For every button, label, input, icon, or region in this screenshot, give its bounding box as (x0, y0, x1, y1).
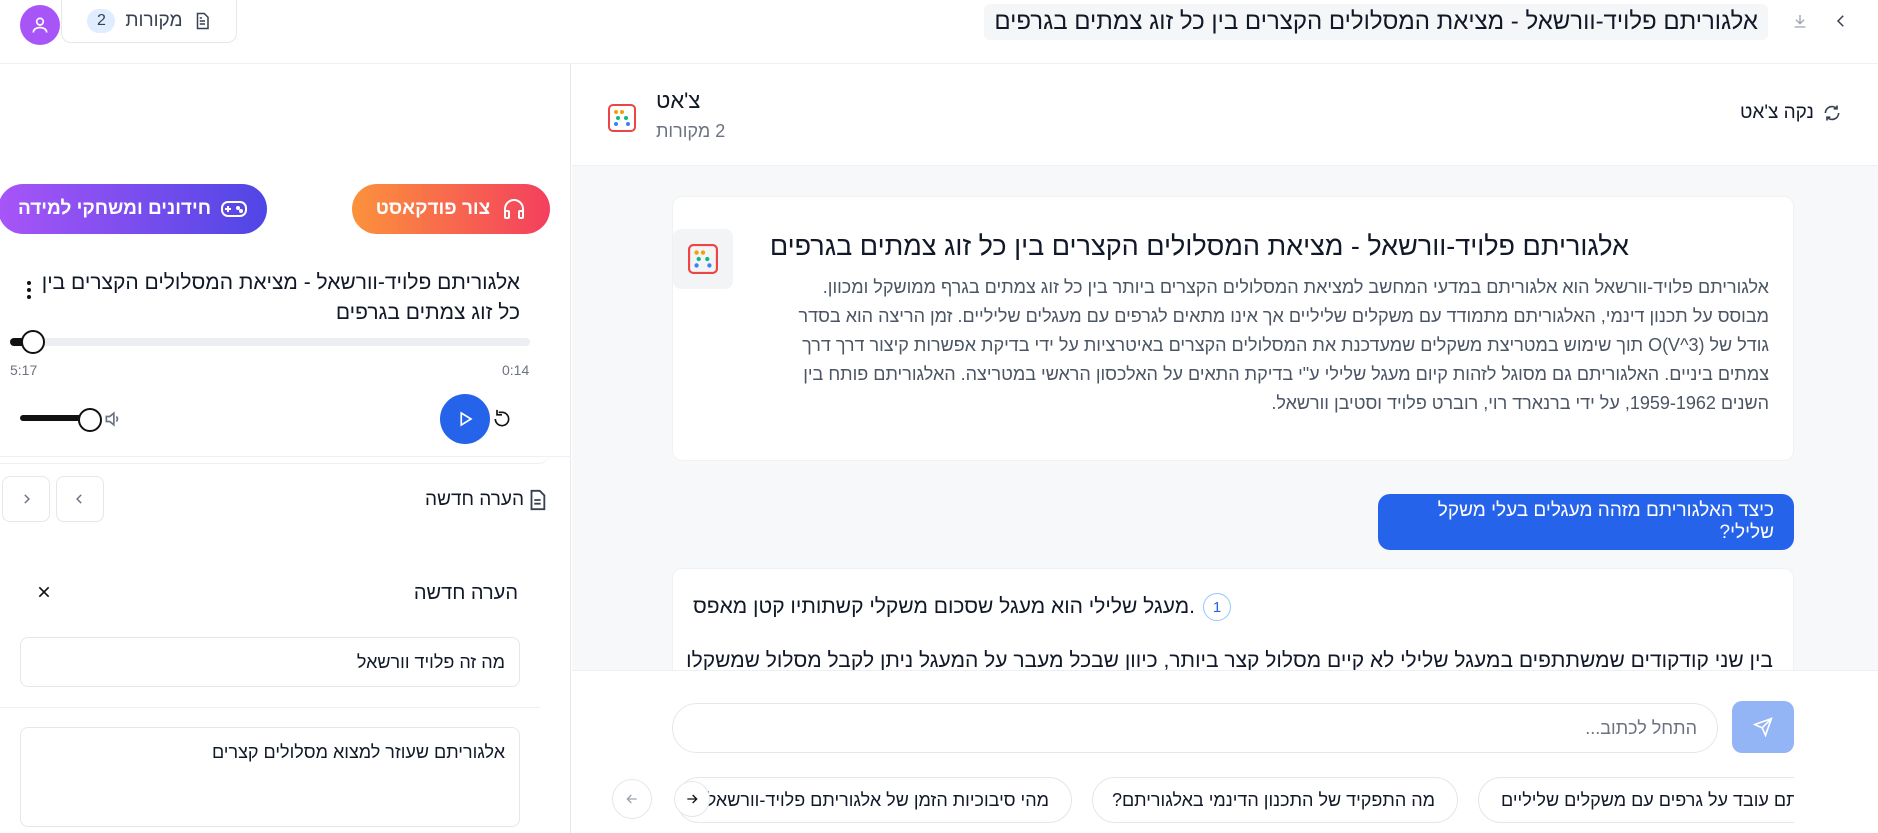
total-time: 5:17 (10, 362, 38, 378)
suggestions-next-button[interactable] (674, 781, 710, 817)
play-button[interactable] (440, 394, 490, 444)
progress-track[interactable] (10, 330, 530, 354)
clear-chat-button[interactable]: נקה צ'אט (1740, 102, 1842, 124)
source-summary-card: אלגוריתם פלויד-וורשאל - מציאת המסלולים ה… (672, 196, 1794, 461)
arrow-left-icon (624, 791, 640, 807)
progress-handle[interactable] (20, 330, 45, 354)
divider (0, 707, 540, 708)
new-note-label: הערה חדשה (425, 489, 524, 510)
abacus-icon (608, 104, 636, 132)
chat-sources-count: 2 מקורות (656, 121, 726, 141)
note-title-input[interactable] (20, 637, 520, 687)
podcast-label: צור פודקאסט (375, 198, 491, 219)
chat-header: צ'אט 2 מקורות נקה צ'אט (572, 64, 1878, 166)
note-icon (526, 488, 548, 512)
chat-input[interactable]: התחל לכתוב... (672, 703, 1718, 753)
audio-player: אלגוריתם פלויד-וורשאל - מציאת המסלולים ה… (0, 254, 550, 464)
note-body-textarea[interactable]: אלגוריתם שעוזר למצוא מסלולים קצרים (20, 727, 520, 827)
suggestion-chip[interactable]: האם האלגוריתם עובד על גרפים עם משקלים של… (1478, 777, 1794, 823)
play-icon (456, 409, 474, 429)
sources-button[interactable]: מקורות 2 (61, 0, 237, 43)
elapsed-time: 0:14 (502, 362, 530, 378)
summary-title: אלגוריתם פלויד-וורשאל - מציאת המסלולים ה… (769, 231, 1629, 261)
next-note-button[interactable] (56, 476, 104, 522)
restart-icon[interactable] (492, 409, 512, 429)
sources-count-badge: 2 (87, 9, 116, 33)
composer: התחל לכתוב... מהי סיבוכיות הזמן של אלגור… (572, 670, 1878, 833)
suggestions-row: מהי סיבוכיות הזמן של אלגוריתם פלויד-וורש… (672, 777, 1794, 823)
send-button[interactable] (1732, 701, 1794, 753)
send-icon (1753, 717, 1773, 737)
refresh-icon (1822, 103, 1842, 123)
chevron-left-icon[interactable] (1832, 11, 1850, 31)
note-form-title: הערה חדשה (413, 582, 518, 604)
user-message: כיצד האלגוריתם מזהה מעגלים בעלי משקל שלי… (1378, 494, 1794, 550)
abacus-icon (673, 229, 733, 289)
gamepad-icon (221, 198, 248, 220)
suggestion-chip[interactable]: מהי סיבוכיות הזמן של אלגוריתם פלויד-וורש… (676, 777, 1072, 823)
studio-panel: חידונים ומשחקי למידה צור פודקאסט אלגורית… (0, 64, 571, 833)
games-label: חידונים ומשחקי למידה (17, 198, 212, 219)
games-button[interactable]: חידונים ומשחקי למידה (0, 184, 267, 234)
new-note-button[interactable]: הערה חדשה (425, 488, 548, 512)
chevron-right-icon (73, 491, 87, 507)
sources-label: מקורות (125, 10, 183, 31)
chevron-left-icon (19, 491, 33, 507)
chat-title: צ'אט (656, 88, 701, 113)
arrow-right-icon (684, 791, 700, 807)
suggestion-chip[interactable]: מה התפקיד של התכנון הדינמי באלגוריתם? (1092, 777, 1458, 823)
prev-note-button[interactable] (2, 476, 50, 522)
user-icon (30, 15, 50, 35)
summary-body: אלגוריתם פלויד-וורשאל הוא אלגוריתם במדעי… (798, 277, 1769, 413)
clear-chat-label: נקה צ'אט (1740, 102, 1814, 123)
document-icon (193, 11, 211, 31)
divider (0, 456, 571, 457)
user-avatar[interactable] (20, 5, 60, 45)
player-title: אלגוריתם פלויד-וורשאל - מציאת המסלולים ה… (41, 271, 520, 324)
more-options-icon[interactable] (26, 280, 32, 300)
volume-icon[interactable] (103, 409, 123, 429)
notebook-title[interactable]: אלגוריתם פלויד-וורשאל - מציאת המסלולים ה… (984, 4, 1768, 40)
suggestions-prev-button[interactable] (612, 779, 652, 819)
volume-handle[interactable] (78, 408, 102, 432)
download-icon[interactable] (1792, 12, 1808, 30)
create-podcast-button[interactable]: צור פודקאסט (352, 184, 550, 234)
top-bar: מקורות 2 אלגוריתם פלויד-וורשאל - מציאת ה… (0, 0, 1878, 64)
answer-first-line: מעגל שלילי הוא מעגל שסכום משקלי קשתותיו … (693, 593, 1231, 621)
close-icon[interactable] (36, 584, 52, 600)
citation-badge[interactable]: 1 (1203, 593, 1231, 621)
chat-panel: צ'אט 2 מקורות נקה צ'אט אלגוריתם פלויד-וו… (572, 64, 1878, 833)
answer-text: מעגל שלילי הוא מעגל שסכום משקלי קשתותיו … (693, 595, 1195, 618)
headphones-icon (502, 197, 526, 221)
